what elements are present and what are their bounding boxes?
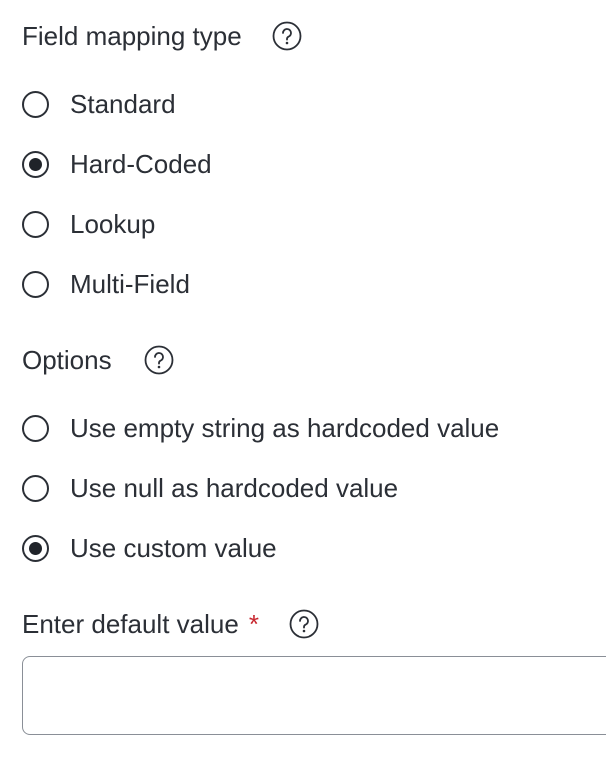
radio-label: Use empty string as hardcoded value bbox=[70, 412, 500, 443]
radio-button[interactable] bbox=[22, 270, 49, 298]
radio-label: Hard-Coded bbox=[70, 148, 212, 179]
default-value-input[interactable] bbox=[23, 657, 606, 734]
radio-option-null[interactable]: Use null as hardcoded value bbox=[22, 468, 398, 508]
radio-button[interactable] bbox=[22, 210, 49, 238]
question-circle-icon[interactable] bbox=[289, 609, 319, 639]
radio-option-empty-string[interactable]: Use empty string as hardcoded value bbox=[22, 408, 499, 448]
options-heading: Options bbox=[22, 344, 174, 376]
radio-button-selected[interactable] bbox=[22, 534, 49, 562]
radio-label: Multi-Field bbox=[70, 268, 190, 299]
field-mapping-type-label: Field mapping type bbox=[22, 21, 242, 51]
radio-button[interactable] bbox=[22, 90, 49, 118]
question-circle-icon[interactable] bbox=[144, 345, 174, 375]
question-circle-icon[interactable] bbox=[272, 21, 302, 51]
options-label: Options bbox=[22, 345, 112, 375]
radio-label: Use null as hardcoded value bbox=[70, 472, 399, 503]
radio-label: Standard bbox=[70, 88, 176, 119]
radio-option-custom-value[interactable]: Use custom value bbox=[22, 528, 277, 568]
radio-button-selected[interactable] bbox=[22, 150, 49, 178]
default-value-field bbox=[22, 656, 606, 735]
radio-option-lookup[interactable]: Lookup bbox=[22, 204, 155, 244]
radio-button[interactable] bbox=[22, 414, 49, 442]
default-value-label: Enter default value bbox=[22, 609, 239, 639]
field-mapping-type-heading: Field mapping type bbox=[22, 20, 302, 52]
radio-option-standard[interactable]: Standard bbox=[22, 84, 176, 124]
radio-option-multi-field[interactable]: Multi-Field bbox=[22, 264, 190, 304]
required-marker: * bbox=[248, 609, 259, 639]
radio-button[interactable] bbox=[22, 474, 49, 502]
default-value-heading: Enter default value * bbox=[22, 608, 319, 640]
radio-label: Use custom value bbox=[70, 532, 277, 563]
radio-label: Lookup bbox=[70, 208, 156, 239]
radio-option-hard-coded[interactable]: Hard-Coded bbox=[22, 144, 212, 184]
